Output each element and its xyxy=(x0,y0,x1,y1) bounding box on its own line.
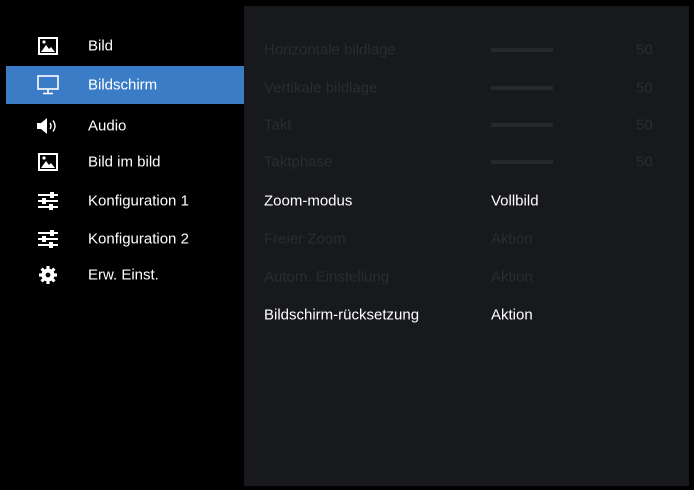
sidebar-item-label: Erw. Einst. xyxy=(88,266,159,284)
setting-value: 50 xyxy=(636,116,653,134)
setting-row-freier-zoom: Freier Zoom Aktion xyxy=(244,220,689,258)
setting-value: Aktion xyxy=(491,230,533,248)
monitor-icon xyxy=(36,75,60,95)
setting-value: Vollbild xyxy=(491,192,539,210)
setting-value: 50 xyxy=(636,41,653,59)
setting-label: Taktphase xyxy=(264,153,333,171)
setting-slider xyxy=(491,160,553,164)
setting-row-takt: Takt 50 xyxy=(244,106,689,144)
sidebar-item-label: Konfiguration 1 xyxy=(88,192,189,210)
sliders-icon xyxy=(36,229,60,249)
setting-slider xyxy=(491,48,553,52)
sidebar-item-konfiguration-2[interactable]: Konfiguration 2 xyxy=(6,220,244,258)
setting-value: 50 xyxy=(636,79,653,97)
speaker-icon xyxy=(36,116,60,136)
setting-row-zoom-modus[interactable]: Zoom-modus Vollbild xyxy=(244,182,689,220)
osd-menu: Bild Bildschirm Audio Bild im bild Konfi… xyxy=(6,6,689,486)
setting-slider xyxy=(491,86,553,90)
sidebar-item-bild[interactable]: Bild xyxy=(6,27,244,65)
sidebar-item-label: Bild im bild xyxy=(88,153,161,171)
setting-value: 50 xyxy=(636,153,653,171)
setting-row-vertikale-bildlage: Vertikale bildlage 50 xyxy=(244,69,689,107)
sidebar-item-audio[interactable]: Audio xyxy=(6,107,244,145)
picture-in-picture-icon xyxy=(36,152,60,172)
setting-label: Takt xyxy=(264,116,292,134)
setting-row-horizontale-bildlage: Horizontale bildlage 50 xyxy=(244,31,689,69)
setting-label: Vertikale bildlage xyxy=(264,79,378,97)
sliders-icon xyxy=(36,191,60,211)
setting-label: Horizontale bildlage xyxy=(264,41,396,59)
setting-value: Aktion xyxy=(491,306,533,324)
setting-row-bildschirm-ruecksetzung[interactable]: Bildschirm-rücksetzung Aktion xyxy=(244,296,689,334)
sidebar-item-label: Audio xyxy=(88,117,127,135)
sidebar-menu: Bild Bildschirm Audio Bild im bild Konfi… xyxy=(6,6,244,486)
setting-slider xyxy=(491,123,553,127)
sidebar-item-bildschirm[interactable]: Bildschirm xyxy=(6,66,244,104)
setting-label: Bildschirm-rücksetzung xyxy=(264,306,420,324)
sidebar-item-konfiguration-1[interactable]: Konfiguration 1 xyxy=(6,182,244,220)
sidebar-item-label: Bildschirm xyxy=(88,76,158,94)
settings-panel: Horizontale bildlage 50 Vertikale bildla… xyxy=(244,6,689,486)
picture-icon xyxy=(36,36,60,56)
setting-row-autom-einstellung: Autom. Einstellung Aktion xyxy=(244,258,689,296)
gear-icon xyxy=(36,265,60,285)
setting-label: Freier Zoom xyxy=(264,230,346,248)
sidebar-item-bild-im-bild[interactable]: Bild im bild xyxy=(6,143,244,181)
sidebar-item-label: Konfiguration 2 xyxy=(88,230,189,248)
setting-value: Aktion xyxy=(491,268,533,286)
sidebar-item-erw-einst[interactable]: Erw. Einst. xyxy=(6,256,244,294)
setting-label: Autom. Einstellung xyxy=(264,268,390,286)
sidebar-item-label: Bild xyxy=(88,37,114,55)
setting-label: Zoom-modus xyxy=(264,192,353,210)
setting-row-taktphase: Taktphase 50 xyxy=(244,143,689,181)
